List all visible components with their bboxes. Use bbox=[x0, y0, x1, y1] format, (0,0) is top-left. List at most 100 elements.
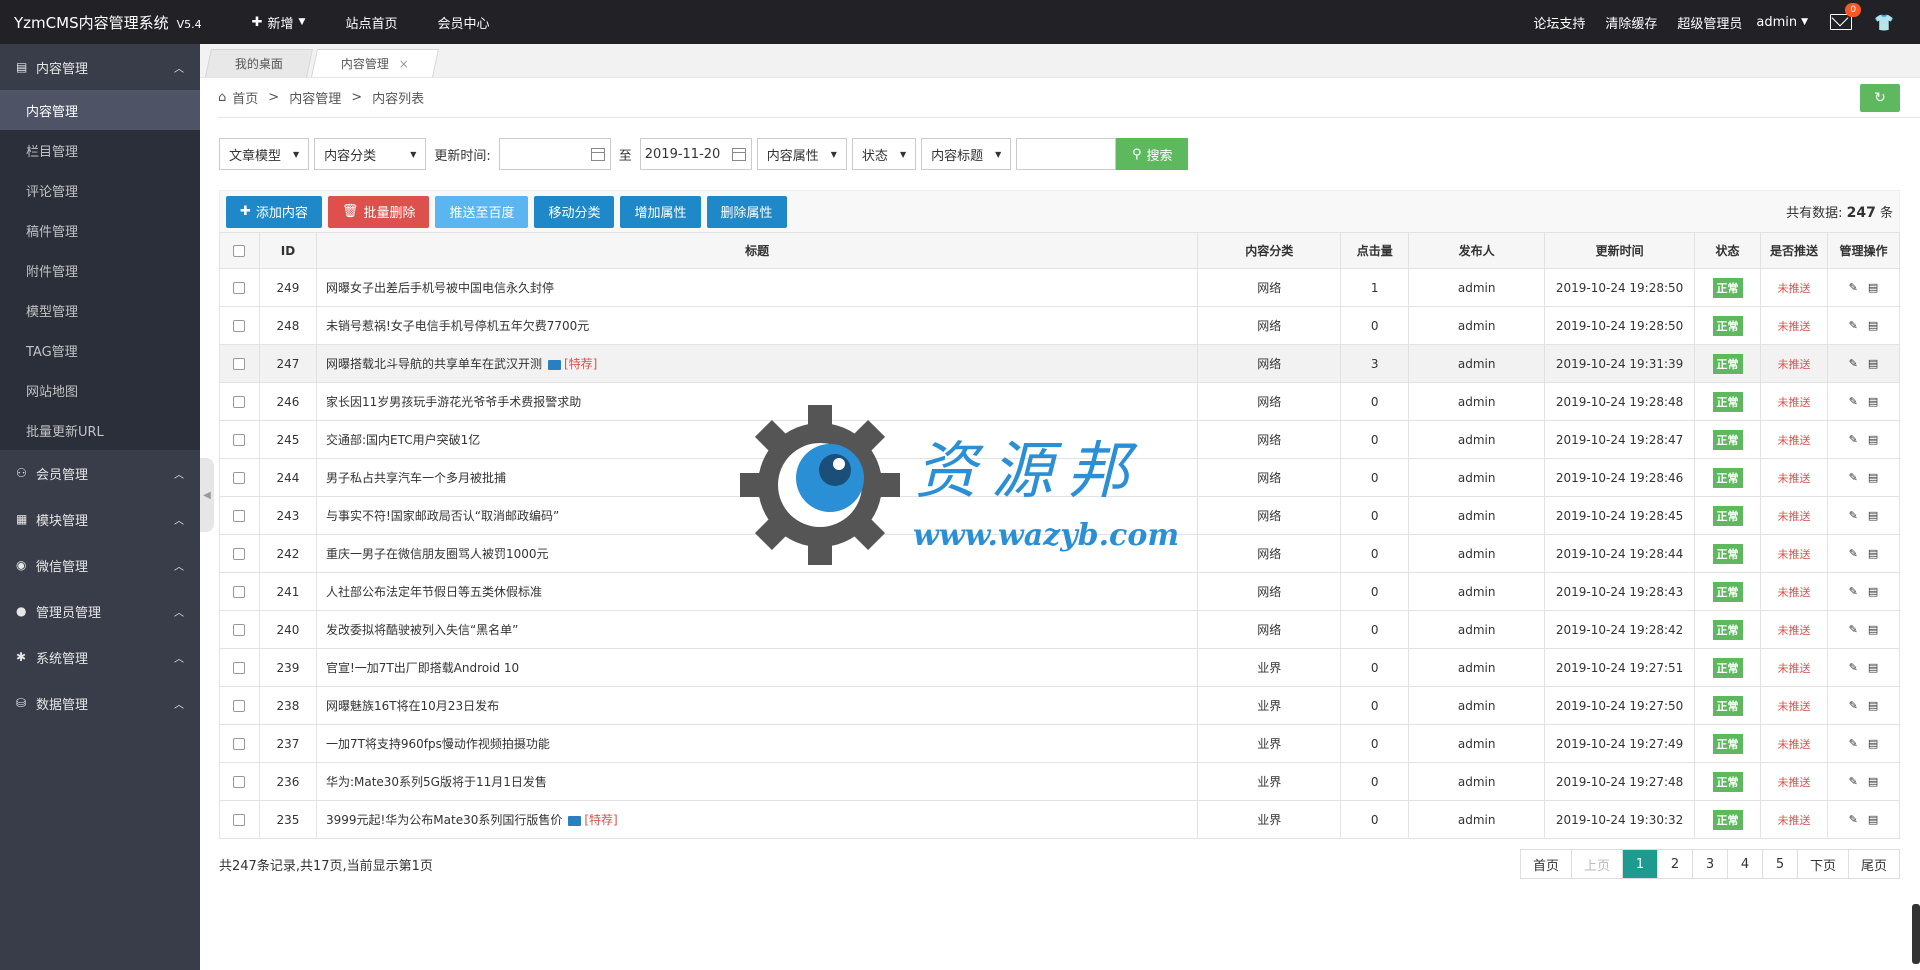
status-badge[interactable]: 正常 bbox=[1712, 391, 1743, 412]
sidebar-group-modules[interactable]: ▦ 模块管理 ︿ bbox=[0, 496, 200, 542]
row-checkbox[interactable] bbox=[233, 282, 246, 294]
sidebar-group-members[interactable]: ⚇ 会员管理 ︿ bbox=[0, 450, 200, 496]
row-checkbox[interactable] bbox=[233, 700, 246, 712]
sidebar-item-category[interactable]: 栏目管理 bbox=[0, 130, 200, 170]
page-number[interactable]: 1 bbox=[1621, 850, 1657, 878]
tab-desktop[interactable]: 我的桌面 bbox=[205, 49, 313, 77]
edit-icon[interactable]: ✎ bbox=[1849, 395, 1858, 408]
sidebar-item-content[interactable]: 内容管理 bbox=[0, 90, 200, 130]
preview-icon[interactable]: ▤ bbox=[1868, 623, 1878, 636]
date-from-input[interactable] bbox=[498, 138, 611, 170]
row-title-link[interactable]: 3999元起!华为公布Mate30系列国行版售价 bbox=[326, 813, 562, 827]
row-checkbox[interactable] bbox=[233, 776, 246, 788]
sidebar-item-batch-url[interactable]: 批量更新URL bbox=[0, 410, 200, 450]
edit-icon[interactable]: ✎ bbox=[1849, 509, 1858, 522]
edit-icon[interactable]: ✎ bbox=[1849, 813, 1858, 826]
sidebar-group-admins[interactable]: ● 管理员管理 ︿ bbox=[0, 588, 200, 634]
date-to-input[interactable]: 2019-11-20 bbox=[639, 138, 752, 170]
preview-icon[interactable]: ▤ bbox=[1868, 357, 1878, 370]
sidebar-item-attachments[interactable]: 附件管理 bbox=[0, 250, 200, 290]
scrollbar-thumb[interactable] bbox=[1912, 904, 1920, 964]
attribute-select[interactable]: 内容属性 ▼ bbox=[756, 138, 847, 170]
preview-icon[interactable]: ▤ bbox=[1868, 509, 1878, 522]
new-menu-button[interactable]: ✚ 新增 ▼ bbox=[232, 0, 326, 44]
mail-icon[interactable]: 0 bbox=[1830, 3, 1862, 30]
edit-icon[interactable]: ✎ bbox=[1849, 281, 1858, 294]
sidebar-item-submissions[interactable]: 稿件管理 bbox=[0, 210, 200, 250]
search-input[interactable] bbox=[1016, 138, 1117, 170]
col-header-hits[interactable]: 点击量 bbox=[1340, 232, 1410, 269]
sidebar-item-comments[interactable]: 评论管理 bbox=[0, 170, 200, 210]
status-badge[interactable]: 正常 bbox=[1712, 581, 1743, 602]
preview-icon[interactable]: ▤ bbox=[1868, 471, 1878, 484]
page-number[interactable]: 4 bbox=[1726, 850, 1762, 878]
preview-icon[interactable]: ▤ bbox=[1868, 699, 1878, 712]
row-checkbox[interactable] bbox=[233, 320, 246, 332]
sidebar-item-sitemap[interactable]: 网站地图 bbox=[0, 370, 200, 410]
batch-delete-button[interactable]: 🗑 批量删除 bbox=[327, 195, 430, 228]
preview-icon[interactable]: ▤ bbox=[1868, 775, 1878, 788]
edit-icon[interactable]: ✎ bbox=[1849, 471, 1858, 484]
add-content-button[interactable]: ✚ 添加内容 bbox=[226, 195, 322, 228]
status-badge[interactable]: 正常 bbox=[1712, 733, 1743, 754]
row-checkbox[interactable] bbox=[233, 624, 246, 636]
breadcrumb-home[interactable]: 首页 bbox=[232, 88, 258, 107]
col-header-time[interactable]: 更新时间 bbox=[1544, 232, 1696, 269]
status-badge[interactable]: 正常 bbox=[1712, 543, 1743, 564]
preview-icon[interactable]: ▤ bbox=[1868, 281, 1878, 294]
sidebar-group-system[interactable]: ✱ 系统管理 ︿ bbox=[0, 634, 200, 680]
row-title-link[interactable]: 网曝魅族16T将在10月23日发布 bbox=[326, 699, 499, 713]
page-number[interactable]: 2 bbox=[1656, 850, 1692, 878]
edit-icon[interactable]: ✎ bbox=[1849, 547, 1858, 560]
edit-icon[interactable]: ✎ bbox=[1849, 433, 1858, 446]
row-title-link[interactable]: 交通部:国内ETC用户突破1亿 bbox=[326, 433, 480, 447]
edit-icon[interactable]: ✎ bbox=[1849, 661, 1858, 674]
row-title-link[interactable]: 家长因11岁男孩玩手游花光爷爷手术费报警求助 bbox=[326, 395, 581, 409]
edit-icon[interactable]: ✎ bbox=[1849, 319, 1858, 332]
row-checkbox[interactable] bbox=[233, 472, 246, 484]
status-badge[interactable]: 正常 bbox=[1712, 315, 1743, 336]
edit-icon[interactable]: ✎ bbox=[1849, 623, 1858, 636]
status-badge[interactable]: 正常 bbox=[1712, 657, 1743, 678]
user-menu[interactable]: admin ▼ bbox=[1746, 15, 1818, 30]
refresh-button[interactable]: ↻ bbox=[1860, 84, 1900, 112]
sidebar-item-tags[interactable]: TAG管理 bbox=[0, 330, 200, 370]
breadcrumb-content[interactable]: 内容管理 bbox=[289, 88, 341, 107]
row-checkbox[interactable] bbox=[233, 586, 246, 598]
row-checkbox[interactable] bbox=[233, 358, 246, 370]
search-button[interactable]: ⚲ 搜索 bbox=[1116, 138, 1189, 170]
page-first[interactable]: 首页 bbox=[1521, 850, 1571, 878]
preview-icon[interactable]: ▤ bbox=[1868, 433, 1878, 446]
status-badge[interactable]: 正常 bbox=[1712, 353, 1743, 374]
row-checkbox[interactable] bbox=[233, 434, 246, 446]
status-badge[interactable]: 正常 bbox=[1712, 277, 1743, 298]
model-select[interactable]: 文章模型 ▼ bbox=[219, 138, 310, 170]
row-title-link[interactable]: 男子私占共享汽车一个多月被批捕 bbox=[326, 471, 506, 485]
delete-attribute-button[interactable]: 删除属性 bbox=[706, 195, 787, 228]
sidebar-item-models[interactable]: 模型管理 bbox=[0, 290, 200, 330]
row-title-link[interactable]: 发改委拟将酷驶被列入失信“黑名单” bbox=[326, 623, 518, 637]
preview-icon[interactable]: ▤ bbox=[1868, 547, 1878, 560]
status-badge[interactable]: 正常 bbox=[1712, 619, 1743, 640]
page-last[interactable]: 尾页 bbox=[1847, 850, 1899, 878]
preview-icon[interactable]: ▤ bbox=[1868, 661, 1878, 674]
category-select[interactable]: 内容分类 ▼ bbox=[314, 138, 427, 170]
row-title-link[interactable]: 华为:Mate30系列5G版将于11月1日发售 bbox=[326, 775, 547, 789]
clear-cache-link[interactable]: 清除缓存 bbox=[1595, 13, 1667, 32]
sidebar-collapse-toggle[interactable]: ◀ bbox=[200, 458, 214, 532]
col-header-id[interactable]: ID bbox=[258, 232, 317, 269]
row-checkbox[interactable] bbox=[233, 396, 246, 408]
status-badge[interactable]: 正常 bbox=[1712, 429, 1743, 450]
row-checkbox[interactable] bbox=[233, 738, 246, 750]
page-next[interactable]: 下页 bbox=[1796, 850, 1848, 878]
theme-shirt-icon[interactable]: 👕 bbox=[1874, 13, 1894, 32]
edit-icon[interactable]: ✎ bbox=[1849, 737, 1858, 750]
move-category-button[interactable]: 移动分类 bbox=[534, 195, 615, 228]
row-title-link[interactable]: 官宣!一加7T出厂即搭载Android 10 bbox=[326, 661, 519, 675]
status-badge[interactable]: 正常 bbox=[1712, 809, 1743, 830]
status-select[interactable]: 状态 ▼ bbox=[851, 138, 917, 170]
preview-icon[interactable]: ▤ bbox=[1868, 813, 1878, 826]
preview-icon[interactable]: ▤ bbox=[1868, 585, 1878, 598]
field-select[interactable]: 内容标题 ▼ bbox=[921, 138, 1012, 170]
edit-icon[interactable]: ✎ bbox=[1849, 357, 1858, 370]
